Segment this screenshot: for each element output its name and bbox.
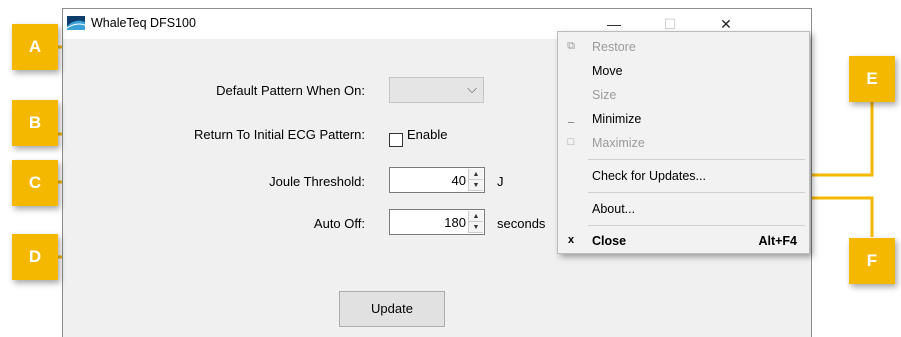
minimize-icon: _ (567, 112, 575, 124)
auto-off-value[interactable]: 180 (444, 215, 466, 230)
stepper-up-icon[interactable]: ▲ (469, 169, 483, 180)
close-icon: x (567, 234, 575, 246)
callout-a: A (12, 24, 58, 70)
callout-c: C (12, 160, 58, 206)
auto-off-label: Auto Off: (313, 216, 365, 231)
chevron-down-icon: ⌵ (467, 81, 477, 96)
menu-item-move[interactable]: Move (558, 60, 809, 82)
menu-item-maximize[interactable]: □ Maximize (558, 132, 809, 154)
system-menu: ⧉ Restore Move Size _ Minimize □ Maximiz… (557, 31, 810, 254)
auto-off-stepper[interactable]: 180 ▲ ▼ (389, 209, 485, 235)
auto-off-unit: seconds (497, 216, 546, 231)
return-initial-ecg-label: Return To Initial ECG Pattern: (193, 127, 365, 142)
default-pattern-label: Default Pattern When On: (216, 83, 365, 98)
stepper-down-icon[interactable]: ▼ (469, 180, 483, 191)
joule-threshold-value[interactable]: 40 (452, 173, 466, 188)
menu-separator (588, 225, 805, 226)
close-shortcut: Alt+F4 (758, 234, 797, 248)
default-pattern-dropdown[interactable]: ⌵ (389, 77, 484, 103)
joule-unit: J (497, 174, 504, 189)
restore-icon: ⧉ (567, 40, 575, 52)
maximize-icon: □ (567, 136, 575, 148)
update-button[interactable]: Update (339, 291, 445, 327)
joule-threshold-label: Joule Threshold: (269, 174, 365, 189)
menu-separator (588, 159, 805, 160)
menu-item-close[interactable]: x Close Alt+F4 (558, 230, 809, 252)
menu-item-check-for-updates[interactable]: Check for Updates... (558, 165, 809, 187)
menu-separator (588, 192, 805, 193)
enable-label[interactable]: Enable (407, 127, 447, 142)
callout-d: D (12, 234, 58, 280)
joule-threshold-arrows[interactable]: ▲ ▼ (468, 169, 483, 191)
joule-threshold-stepper[interactable]: 40 ▲ ▼ (389, 167, 485, 193)
callout-e: E (849, 56, 895, 102)
stepper-up-icon[interactable]: ▲ (469, 211, 483, 222)
menu-item-minimize[interactable]: _ Minimize (558, 108, 809, 130)
enable-checkbox[interactable] (389, 133, 403, 147)
stepper-down-icon[interactable]: ▼ (469, 222, 483, 233)
callout-b: B (12, 100, 58, 146)
whale-logo-icon (67, 16, 85, 30)
callout-f: F (849, 238, 895, 284)
window-title: WhaleTeq DFS100 (91, 16, 196, 30)
menu-item-about[interactable]: About... (558, 198, 809, 220)
auto-off-arrows[interactable]: ▲ ▼ (468, 211, 483, 233)
menu-item-size[interactable]: Size (558, 84, 809, 106)
menu-item-restore[interactable]: ⧉ Restore (558, 36, 809, 58)
